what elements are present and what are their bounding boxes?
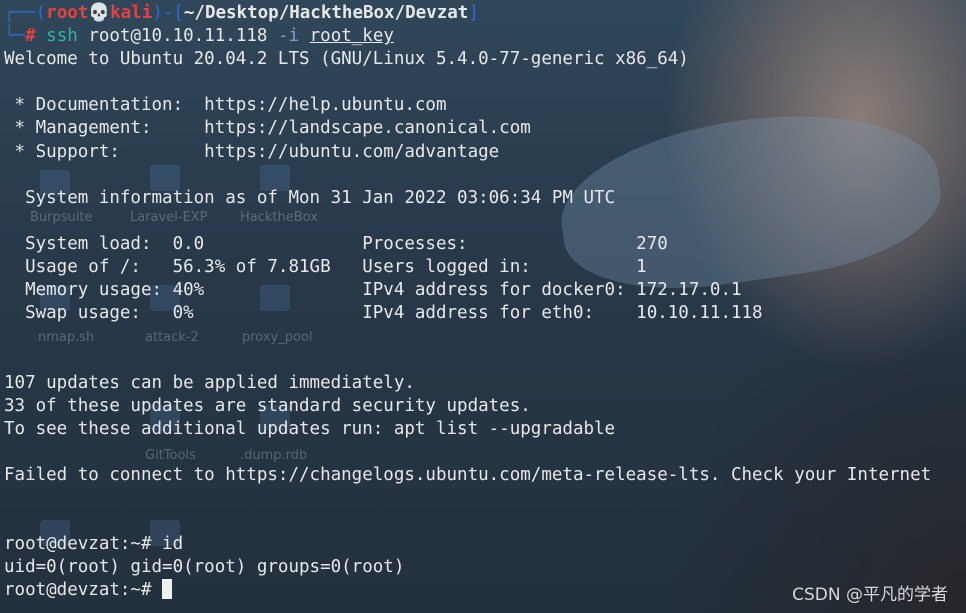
terminal-output[interactable]: ┌──(root💀kali)-[~/Desktop/HacktheBox/Dev… [4,2,966,602]
skull-icon: 💀 [88,3,111,23]
support-line: * Support: https://ubuntu.com/advantage [4,141,500,162]
updates-line: To see these additional updates run: apt… [4,418,616,439]
prompt-path: ~/Desktop/HacktheBox/Devzat [183,3,469,23]
stat-line: System load: 0.0 Processes: 270 [4,233,668,254]
prompt-close: ] [468,3,479,23]
text-cursor [162,579,173,600]
prompt-hash: # [25,26,36,47]
stat-line: Usage of /: 56.3% of 7.81GB Users logged… [4,257,647,278]
command-flag: -i [278,26,300,47]
stat-line: Memory usage: 40% IPv4 address for docke… [4,280,742,301]
command-name: ssh [46,26,78,47]
session-output-line: uid=0(root) gid=0(root) groups=0(root) [4,557,405,578]
mgmt-line: * Management: https://landscape.canonica… [4,118,531,139]
command-target: root@10.10.11.118 [88,26,268,47]
stat-line: Swap usage: 0% IPv4 address for eth0: 10… [4,303,763,324]
prompt-host: kali [110,3,153,23]
failed-line: Failed to connect to https://changelogs.… [4,464,932,485]
session-command-line: root@devzat:~# id [4,534,184,555]
prompt-mid: )-[ [152,3,184,23]
sysinfo-line: System information as of Mon 31 Jan 2022… [4,187,616,208]
command-keyfile: root_key [309,26,394,47]
updates-line: 33 of these updates are standard securit… [4,395,531,416]
command-line: └─# ssh root@10.10.11.118 -i root_key [4,25,966,48]
prompt-user: root [46,3,89,23]
updates-line: 107 updates can be applied immediately. [4,372,415,393]
watermark: CSDN @平凡的学者 [792,585,948,605]
prompt-open: ┌──( [4,3,47,23]
prompt-header-line: ┌──(root💀kali)-[~/Desktop/HacktheBox/Dev… [4,2,966,25]
welcome-line: Welcome to Ubuntu 20.04.2 LTS (GNU/Linux… [4,49,689,70]
session-prompt: root@devzat:~# [4,580,163,601]
prompt-corner: └─ [4,26,26,47]
doc-line: * Documentation: https://help.ubuntu.com [4,95,447,116]
